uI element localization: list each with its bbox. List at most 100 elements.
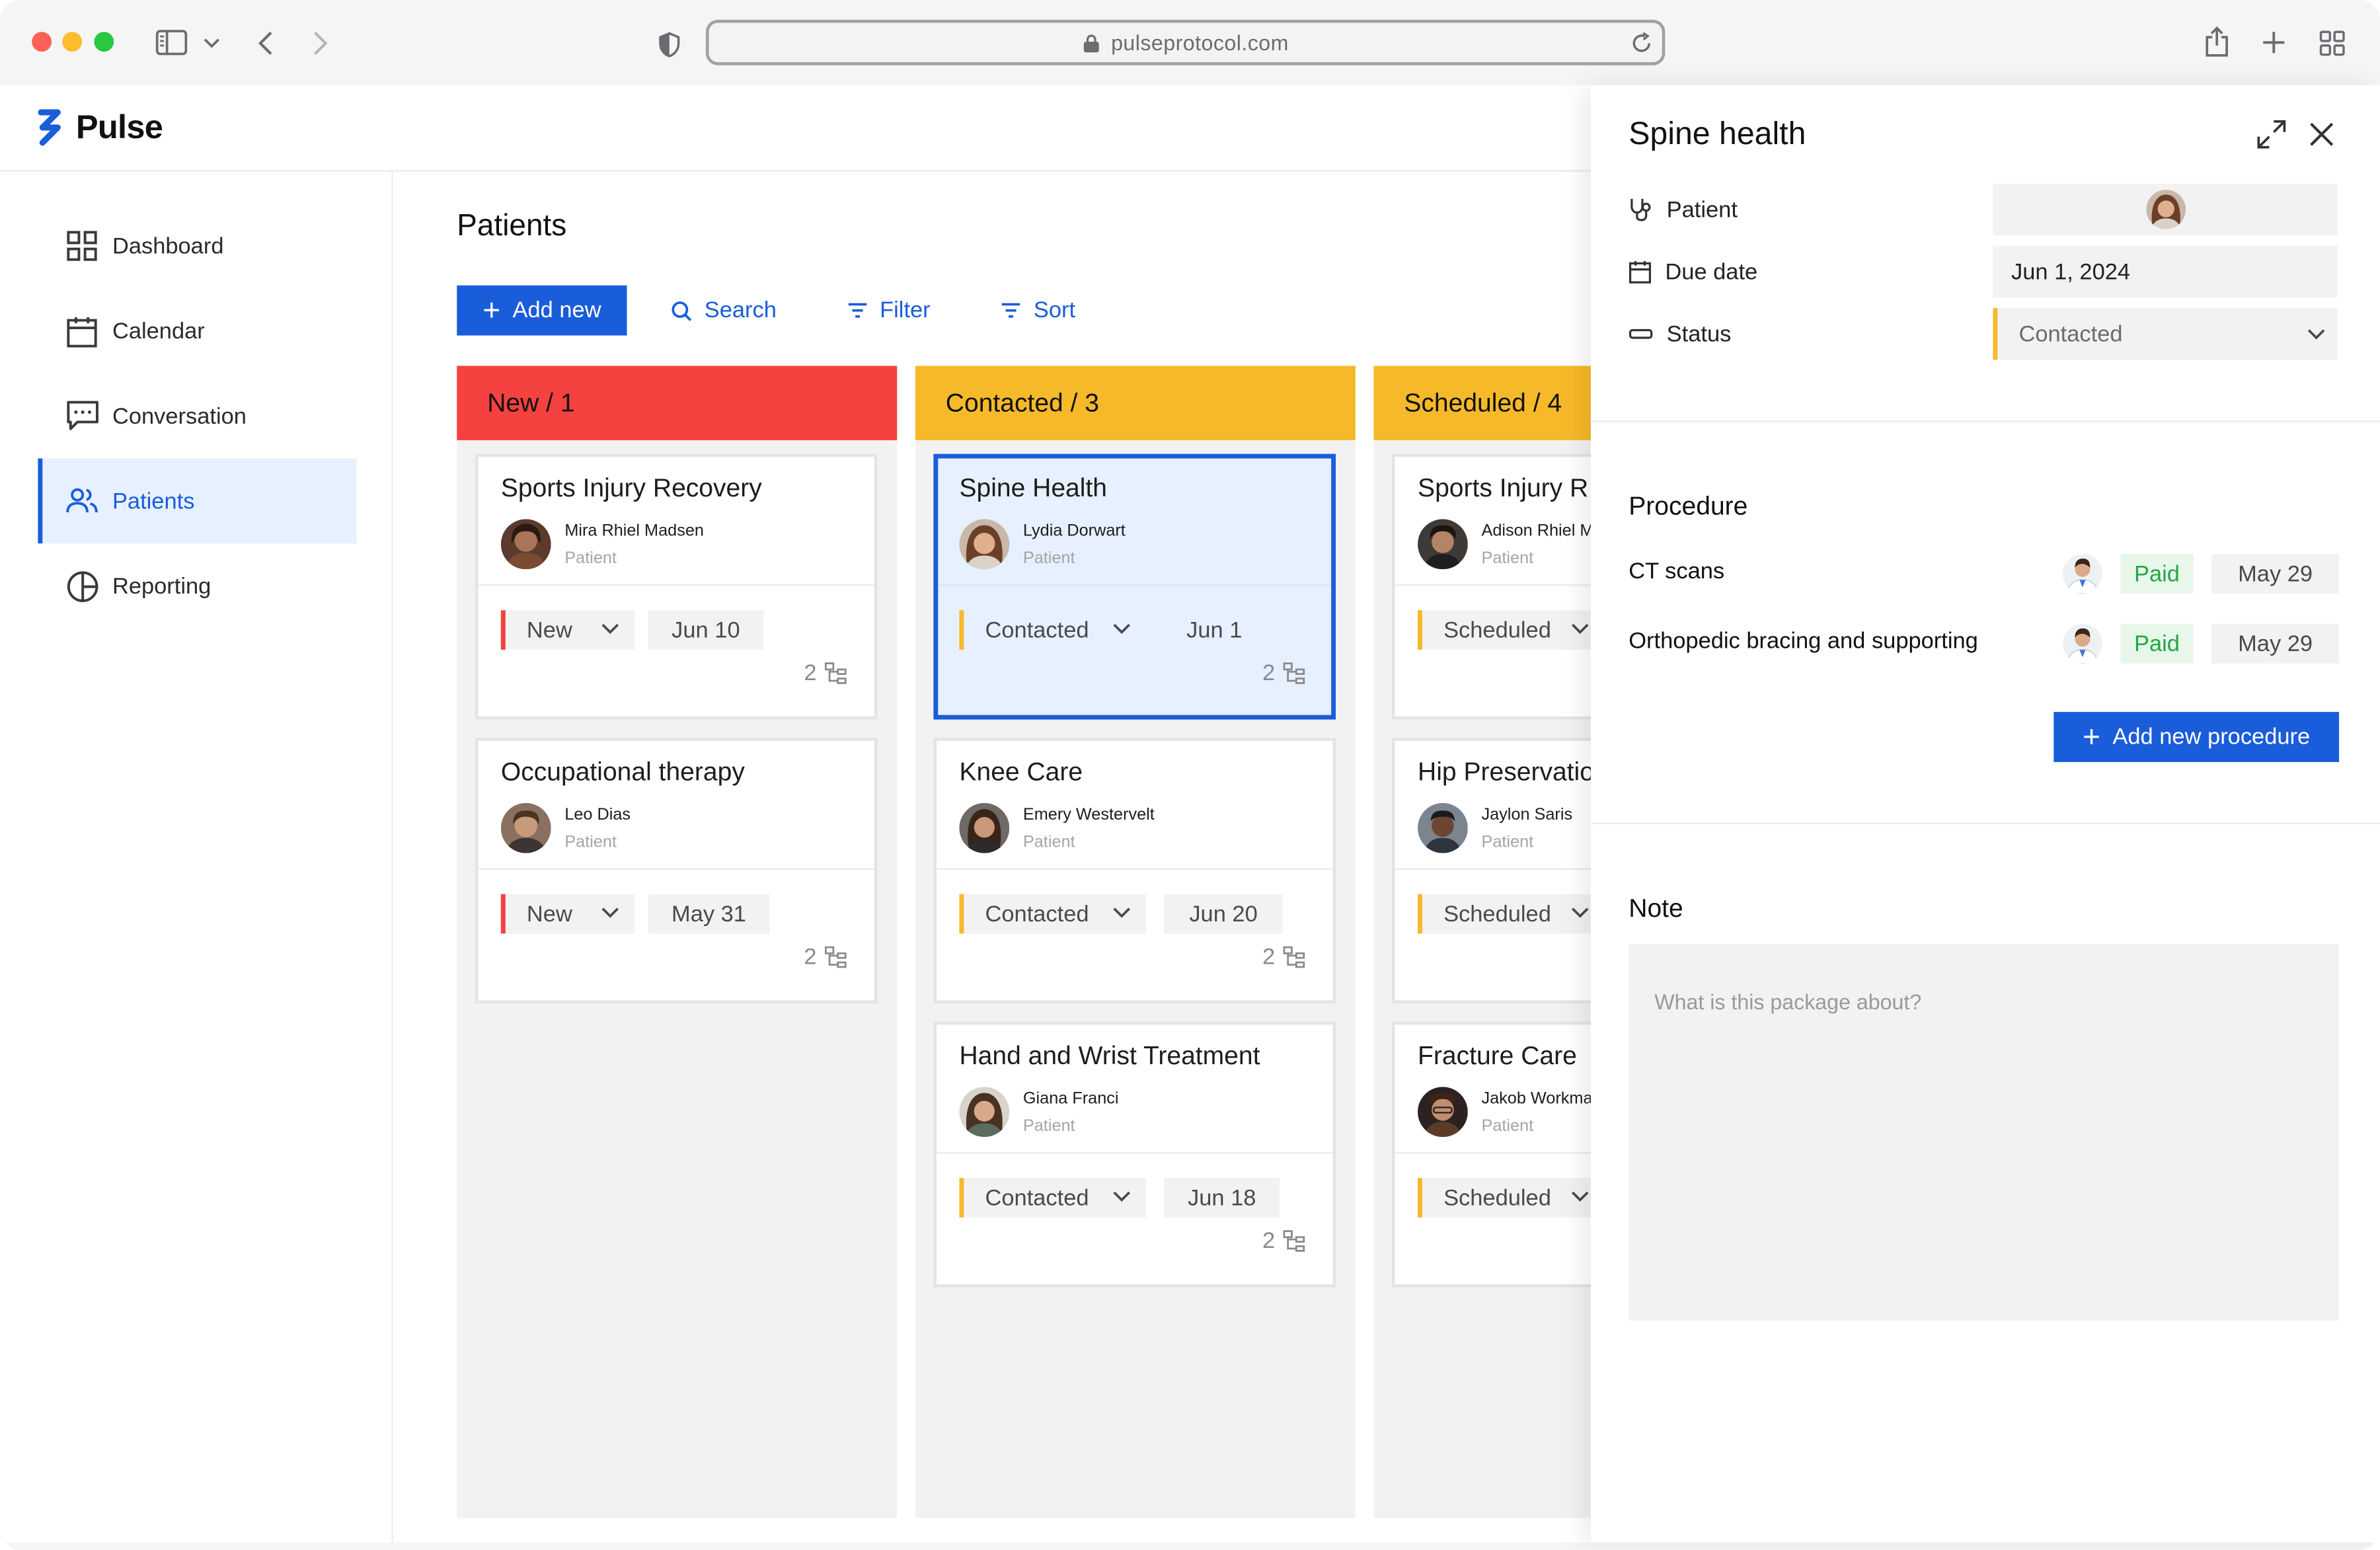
filter-button[interactable]: Filter	[847, 297, 931, 323]
procedure-date[interactable]: May 29	[2211, 623, 2340, 664]
patient-picker[interactable]	[1993, 183, 2338, 235]
procedure-item[interactable]: Orthopedic bracing and supporting Paid M…	[1629, 623, 2340, 664]
minimize-window-button[interactable]	[62, 32, 83, 52]
due-date[interactable]: Jun 1	[1164, 610, 1265, 650]
subtask-count[interactable]: 2	[804, 660, 848, 686]
app: Pulse Dashboard Calendar Conversation Pa…	[0, 85, 2380, 1543]
forward-icon[interactable]	[307, 26, 334, 59]
status-dropdown[interactable]: Contacted	[959, 1178, 1146, 1218]
status-dropdown[interactable]: New	[500, 894, 634, 934]
back-icon[interactable]	[252, 26, 279, 59]
add-new-button[interactable]: + Add new	[457, 285, 627, 336]
sort-icon	[1001, 303, 1020, 318]
status-dropdown[interactable]: Scheduled	[1418, 610, 1605, 650]
subtask-count[interactable]: 2	[1262, 1228, 1307, 1254]
sort-label: Sort	[1033, 297, 1076, 324]
due-date-field[interactable]: Jun 1, 2024	[1993, 246, 2338, 298]
address-bar[interactable]: pulseprotocol.com	[705, 19, 1666, 65]
due-date[interactable]: May 31	[648, 894, 770, 934]
payment-badge: Paid	[2120, 554, 2194, 594]
card-title: Fracture Care	[1418, 1041, 1577, 1071]
browser-toolbar: pulseprotocol.com	[0, 0, 2380, 85]
status-dropdown[interactable]: New	[500, 610, 634, 650]
new-tab-icon[interactable]	[2258, 27, 2289, 58]
tab-overview-icon[interactable]	[2317, 27, 2347, 58]
search-button[interactable]: Search	[671, 297, 777, 323]
due-date[interactable]: Jun 10	[648, 610, 764, 650]
app-logo[interactable]: Pulse	[35, 108, 163, 147]
chevron-down-icon[interactable]	[200, 34, 221, 52]
share-icon[interactable]	[2201, 24, 2231, 58]
subtask-count[interactable]: 2	[1262, 944, 1307, 970]
due-date-property: Due date Jun 1, 2024	[1629, 246, 2342, 298]
patient-card[interactable]: Hand and Wrist Treatment Giana Franci Pa…	[933, 1021, 1336, 1288]
subtasks-icon	[1283, 945, 1307, 970]
add-procedure-button[interactable]: + Add new procedure	[2054, 712, 2340, 762]
sidebar-item-label: Reporting	[112, 572, 211, 600]
subtask-count[interactable]: 2	[804, 944, 848, 970]
status-dropdown[interactable]: Scheduled	[1418, 1178, 1605, 1218]
panel-divider	[1590, 822, 2380, 825]
patient-card-selected[interactable]: Spine Health Lydia Dorwart Patient Conta…	[933, 453, 1336, 720]
sidebar-item-dashboard[interactable]: Dashboard	[38, 204, 356, 289]
close-window-button[interactable]	[32, 32, 52, 52]
subtask-count[interactable]: 2	[1262, 660, 1307, 686]
sidebar-item-conversation[interactable]: Conversation	[38, 373, 356, 459]
detail-panel: Spine health Patient Due date Jun 1, 202…	[1590, 85, 2380, 1543]
sort-button[interactable]: Sort	[1000, 297, 1075, 323]
patient-role: Patient	[1022, 549, 1075, 568]
card-title: Hand and Wrist Treatment	[959, 1041, 1260, 1071]
patient-name: Jaylon Saris	[1481, 806, 1573, 825]
search-icon	[672, 300, 692, 321]
sidebar-item-patients[interactable]: Patients	[38, 458, 357, 544]
users-icon	[63, 483, 100, 519]
patient-role: Patient	[1022, 833, 1075, 852]
add-new-label: Add new	[512, 297, 601, 324]
chevron-down-icon	[1571, 623, 1590, 635]
status-value: Contacted	[985, 901, 1089, 927]
card-title: Sports Injury Recovery	[500, 473, 762, 503]
patient-card[interactable]: Knee Care Emery Westervelt Patient Conta…	[933, 738, 1336, 1004]
patient-name: Adison Rhiel Ma	[1481, 522, 1603, 541]
patient-role: Patient	[1022, 1117, 1075, 1136]
procedure-item[interactable]: CT scans Paid May 29	[1629, 554, 2340, 594]
chevron-down-icon	[1571, 906, 1590, 918]
subtask-count-value: 2	[1262, 1227, 1276, 1254]
patient-avatar	[500, 802, 551, 853]
patient-card[interactable]: Sports Injury Recovery Mira Rhiel Madsen…	[475, 453, 878, 720]
procedure-date[interactable]: May 29	[2211, 554, 2340, 594]
due-date[interactable]: Jun 18	[1164, 1178, 1280, 1218]
patient-name: Lydia Dorwart	[1022, 522, 1126, 541]
due-date-label: Due date	[1665, 258, 1758, 285]
subtask-count-value: 2	[1262, 944, 1276, 970]
close-icon[interactable]	[2309, 122, 2334, 155]
panel-divider	[1590, 420, 2380, 422]
expand-icon[interactable]	[2256, 118, 2287, 158]
shield-icon[interactable]	[656, 29, 683, 59]
patient-avatar	[959, 1087, 1010, 1138]
reload-icon[interactable]	[1631, 32, 1653, 54]
status-dropdown[interactable]: Contacted	[959, 894, 1146, 934]
sidebar-item-reporting[interactable]: Reporting	[38, 543, 356, 629]
status-dropdown[interactable]: Contacted	[959, 610, 1146, 650]
chevron-down-icon	[2307, 328, 2326, 340]
status-dropdown[interactable]: Contacted	[1993, 308, 2338, 360]
due-date[interactable]: Jun 20	[1164, 894, 1283, 934]
sidebar-item-calendar[interactable]: Calendar	[38, 288, 356, 373]
status-dropdown[interactable]: Scheduled	[1418, 894, 1605, 934]
card-title: Spine Health	[959, 473, 1108, 503]
procedure-title: Procedure	[1629, 492, 1748, 521]
procedure-name: CT scans	[1629, 559, 1725, 585]
maximize-window-button[interactable]	[94, 32, 114, 52]
sidebar-toggle-icon[interactable]	[153, 26, 190, 59]
patient-avatar	[1418, 802, 1468, 853]
page-title: Patients	[457, 209, 567, 243]
patient-card[interactable]: Occupational therapy Leo Dias Patient Ne…	[475, 738, 878, 1004]
toolbar: + Add new Search Filter Sort	[457, 285, 1075, 336]
column-header: New / 1	[457, 366, 898, 441]
status-icon	[1629, 329, 1653, 339]
note-textarea[interactable]: What is this package about?	[1629, 944, 2340, 1321]
property-label: Status	[1629, 308, 1731, 360]
pulse-logo-icon	[38, 109, 61, 146]
status-value: Contacted	[985, 1184, 1089, 1211]
